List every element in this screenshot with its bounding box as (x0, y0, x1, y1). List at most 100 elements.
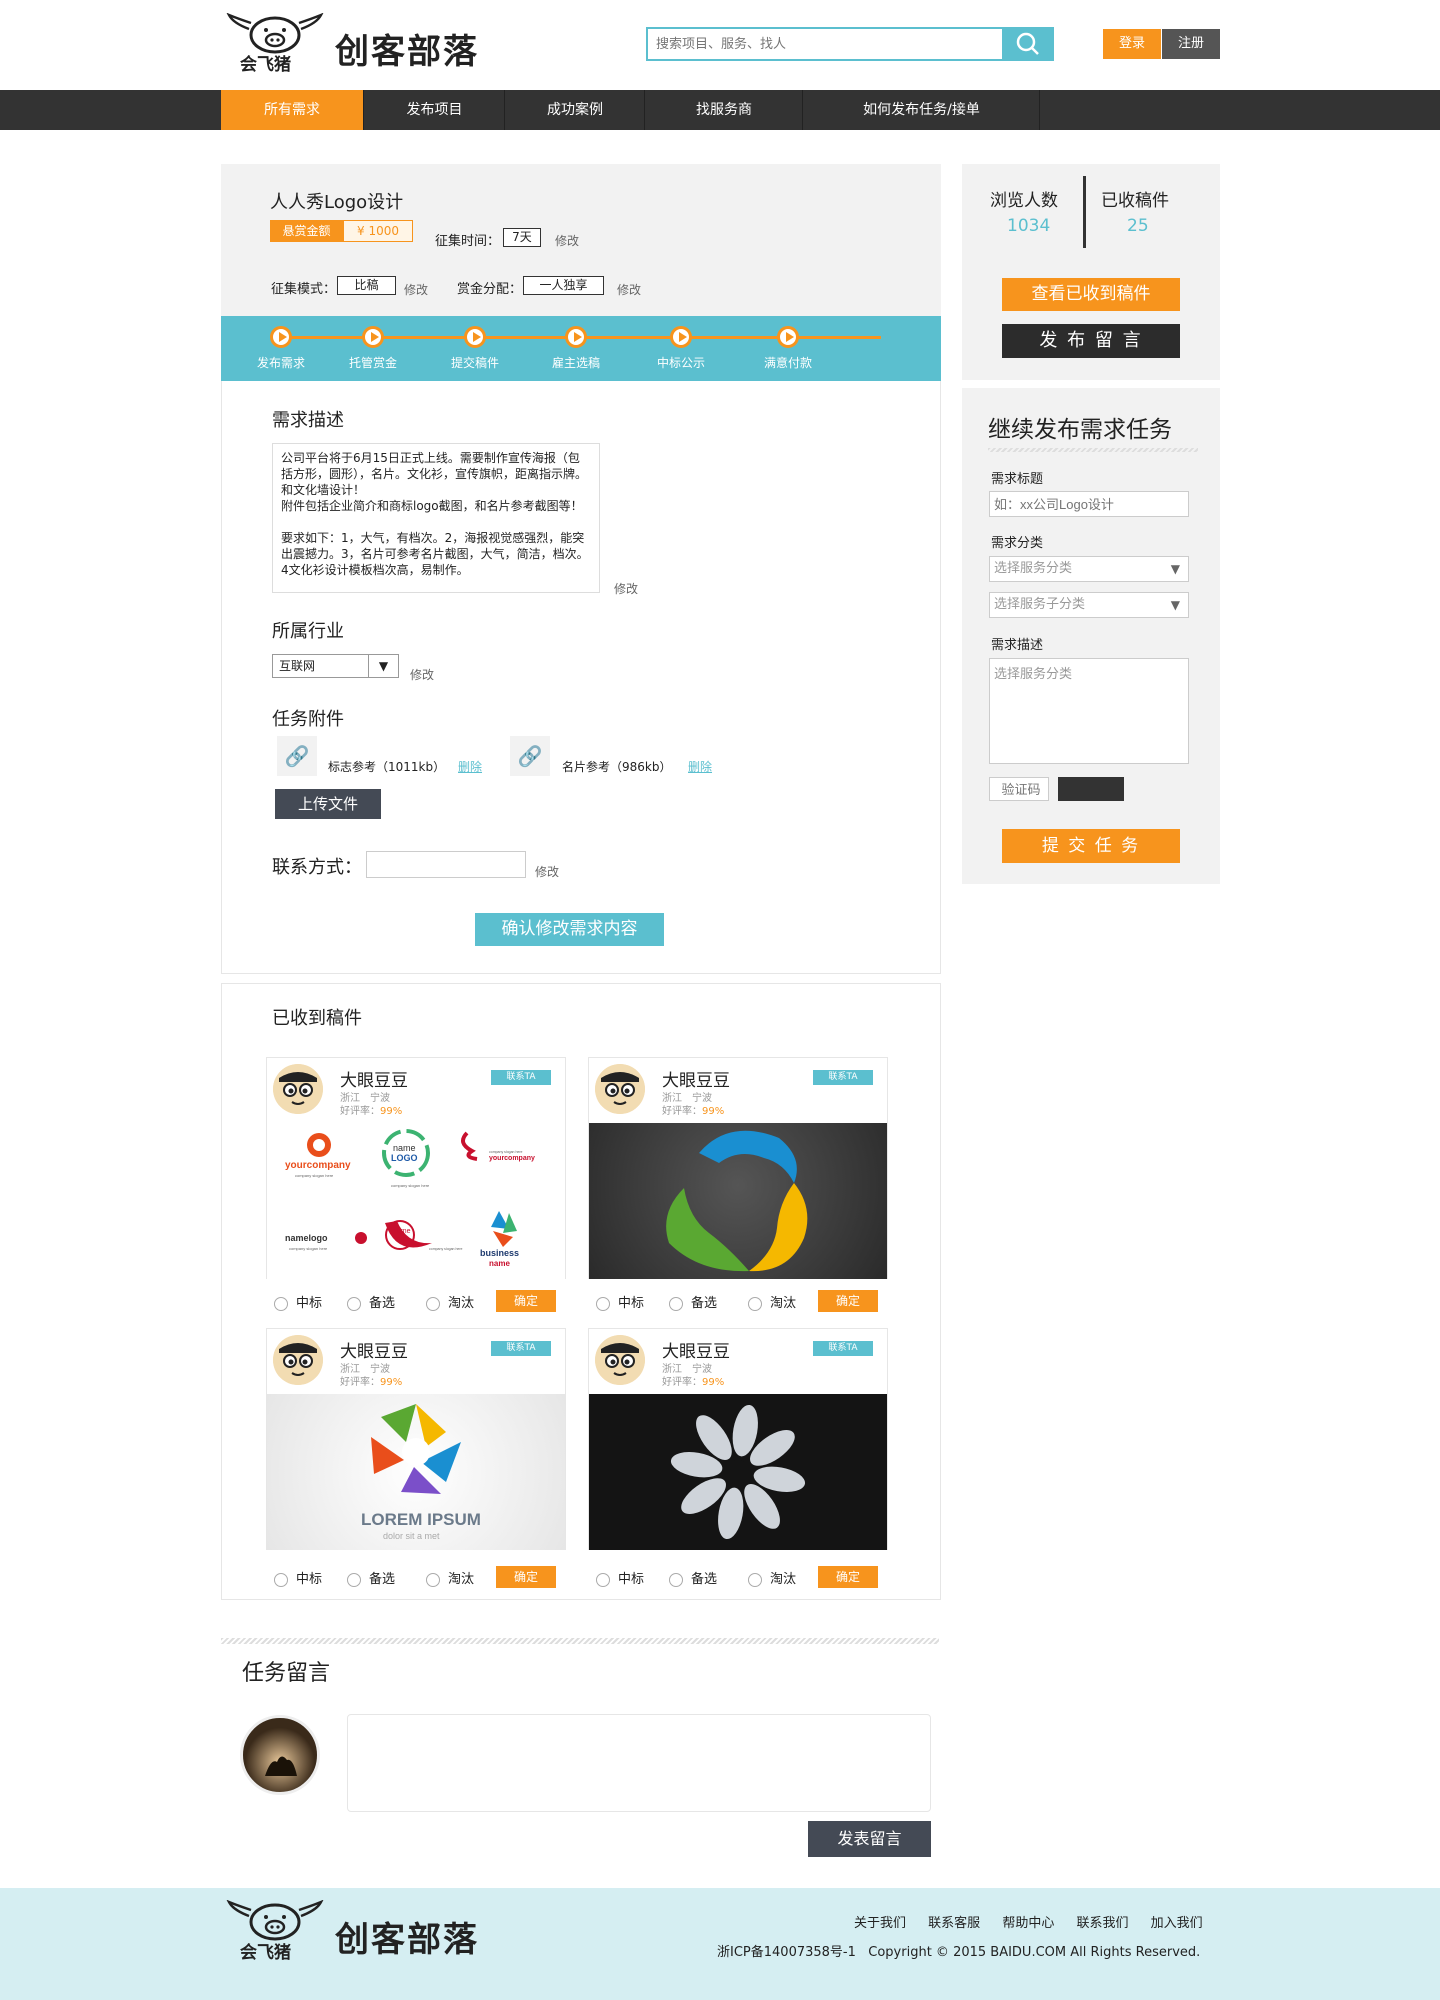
attachment-2-delete[interactable]: 删除 (688, 758, 712, 775)
option-backup[interactable]: 备选 (347, 1292, 395, 1311)
contact-button[interactable]: 联系TA (813, 1341, 873, 1356)
option-out[interactable]: 淘汰 (426, 1292, 474, 1311)
contact-button[interactable]: 联系TA (491, 1070, 551, 1085)
svg-text:company slogan here: company slogan here (391, 1183, 430, 1188)
modify-desc-link[interactable]: 修改 (614, 580, 638, 597)
play-icon (270, 326, 292, 348)
submission-card: 大眼豆豆 浙江 宁波 好评率：99% 联系TA (588, 1057, 888, 1279)
footer-link-contact[interactable]: 联系我们 (1076, 1916, 1128, 1931)
option-backup[interactable]: 备选 (669, 1292, 717, 1311)
option-win[interactable]: 中标 (274, 1292, 322, 1311)
view-received-button[interactable]: 查看已收到稿件 (1002, 278, 1180, 311)
submit-comment-button[interactable]: 发表留言 (808, 1821, 931, 1857)
submission-image[interactable]: LOREM IPSUM dolor sit a met (267, 1394, 565, 1550)
radio-icon (596, 1296, 610, 1311)
login-button[interactable]: 登录 (1103, 29, 1161, 59)
confirm-button[interactable]: 确定 (818, 1290, 878, 1312)
desc-textarea[interactable]: 选择服务分类 (989, 658, 1189, 764)
radio-icon (274, 1572, 288, 1587)
footer-link-join[interactable]: 加入我们 (1151, 1916, 1203, 1931)
modify-allot-link[interactable]: 修改 (617, 281, 641, 298)
comment-textarea[interactable] (347, 1714, 931, 1812)
subcategory-select[interactable]: 选择服务子分类 ▼ (989, 592, 1189, 618)
designer-name[interactable]: 大眼豆豆 (340, 1337, 408, 1362)
task-title-input[interactable] (989, 491, 1189, 517)
footer-logo-text[interactable]: 创客部落 (335, 1912, 479, 1961)
submission-image[interactable] (589, 1394, 887, 1550)
radio-icon (274, 1296, 288, 1311)
footer-link-help[interactable]: 帮助中心 (1002, 1916, 1054, 1931)
nav-all-demands[interactable]: 所有需求 (221, 90, 364, 130)
progress-steps: 发布需求 托管赏金 提交稿件 雇主选稿 中标公示 满意付款 (221, 316, 941, 381)
avatar[interactable] (273, 1064, 323, 1114)
designer-name[interactable]: 大眼豆豆 (662, 1337, 730, 1362)
nav-find-provider[interactable]: 找服务商 (646, 90, 803, 130)
captcha-image[interactable] (1058, 777, 1124, 801)
confirm-button[interactable]: 确定 (818, 1566, 878, 1588)
radio-icon (426, 1296, 440, 1311)
designer-name[interactable]: 大眼豆豆 (340, 1066, 408, 1091)
modify-time-link[interactable]: 修改 (555, 232, 579, 249)
designer-rating: 好评率：99% (662, 1106, 725, 1117)
upload-button[interactable]: 上传文件 (275, 789, 381, 819)
option-backup[interactable]: 备选 (347, 1568, 395, 1587)
option-win[interactable]: 中标 (596, 1568, 644, 1587)
reward-value: ¥ 1000 (343, 220, 413, 242)
nav-how-to[interactable]: 如何发布任务/接单 (804, 90, 1040, 130)
captcha-input[interactable] (989, 777, 1049, 801)
submit-task-button[interactable]: 提 交 任 务 (1002, 829, 1180, 863)
avatar[interactable] (595, 1064, 645, 1114)
contact-button[interactable]: 联系TA (491, 1341, 551, 1356)
card-1-options: 中标 备选 淘汰 确定 (274, 1290, 574, 1312)
nav-success-cases[interactable]: 成功案例 (506, 90, 645, 130)
nav-publish-project[interactable]: 发布项目 (365, 90, 505, 130)
contact-button[interactable]: 联系TA (813, 1070, 873, 1085)
modify-industry-link[interactable]: 修改 (410, 666, 434, 683)
submission-image[interactable] (589, 1123, 887, 1279)
svg-text:LOREM IPSUM: LOREM IPSUM (361, 1510, 481, 1529)
confirm-button[interactable]: 确定 (496, 1566, 556, 1588)
user-avatar[interactable] (240, 1715, 320, 1795)
collect-mode-label: 征集模式： (271, 282, 337, 297)
option-backup[interactable]: 备选 (669, 1568, 717, 1587)
attach-title: 任务附件 (272, 709, 344, 730)
option-out[interactable]: 淘汰 (748, 1568, 796, 1587)
industry-select[interactable]: 互联网 ▼ (272, 654, 399, 678)
svg-text:company slogan here: company slogan here (295, 1173, 334, 1178)
designer-name[interactable]: 大眼豆豆 (662, 1066, 730, 1091)
category-select[interactable]: 选择服务分类 ▼ (989, 556, 1189, 582)
attachment-1-delete[interactable]: 删除 (458, 758, 482, 775)
radio-icon (596, 1572, 610, 1587)
modify-mode-link[interactable]: 修改 (404, 281, 428, 298)
designer-rating: 好评率：99% (662, 1377, 725, 1388)
search-input[interactable] (648, 29, 1008, 59)
card-3-options: 中标 备选 淘汰 确定 (274, 1566, 574, 1588)
footer-link-service[interactable]: 联系客服 (928, 1916, 980, 1931)
option-win[interactable]: 中标 (274, 1568, 322, 1587)
avatar[interactable] (595, 1335, 645, 1385)
search-button[interactable] (1002, 27, 1054, 61)
reward-label: 悬赏金额 (270, 220, 343, 242)
submission-card: 大眼豆豆 浙江 宁波 好评率：99% 联系TA (588, 1328, 888, 1550)
play-icon (670, 326, 692, 348)
designer-rating: 好评率：99% (340, 1377, 403, 1388)
register-button[interactable]: 注册 (1162, 29, 1220, 59)
chevron-down-icon: ▼ (368, 655, 398, 677)
option-win[interactable]: 中标 (596, 1292, 644, 1311)
contact-input[interactable] (366, 851, 526, 878)
confirm-button[interactable]: 确定 (496, 1290, 556, 1312)
desc-text[interactable]: 公司平台将于6月15日正式上线。需要制作宣传海报（包括方形，圆形），名片。文化衫… (272, 443, 600, 593)
confirm-modify-button[interactable]: 确认修改需求内容 (475, 913, 664, 946)
modify-contact-link[interactable]: 修改 (535, 863, 559, 880)
option-out[interactable]: 淘汰 (426, 1568, 474, 1587)
footer-link-about[interactable]: 关于我们 (854, 1916, 906, 1931)
logo-text[interactable]: 创客部落 (335, 24, 479, 73)
industry-value: 互联网 (279, 659, 316, 673)
chevron-down-icon: ▼ (1170, 598, 1180, 612)
option-out[interactable]: 淘汰 (748, 1292, 796, 1311)
svg-text:namelogo: namelogo (285, 1233, 328, 1243)
post-comment-button[interactable]: 发 布 留 言 (1002, 324, 1180, 358)
attachment-2-name: 名片参考（986kb） (562, 760, 672, 774)
submission-image[interactable]: yourcompany company slogan here name LOG… (267, 1123, 565, 1279)
avatar[interactable] (273, 1335, 323, 1385)
